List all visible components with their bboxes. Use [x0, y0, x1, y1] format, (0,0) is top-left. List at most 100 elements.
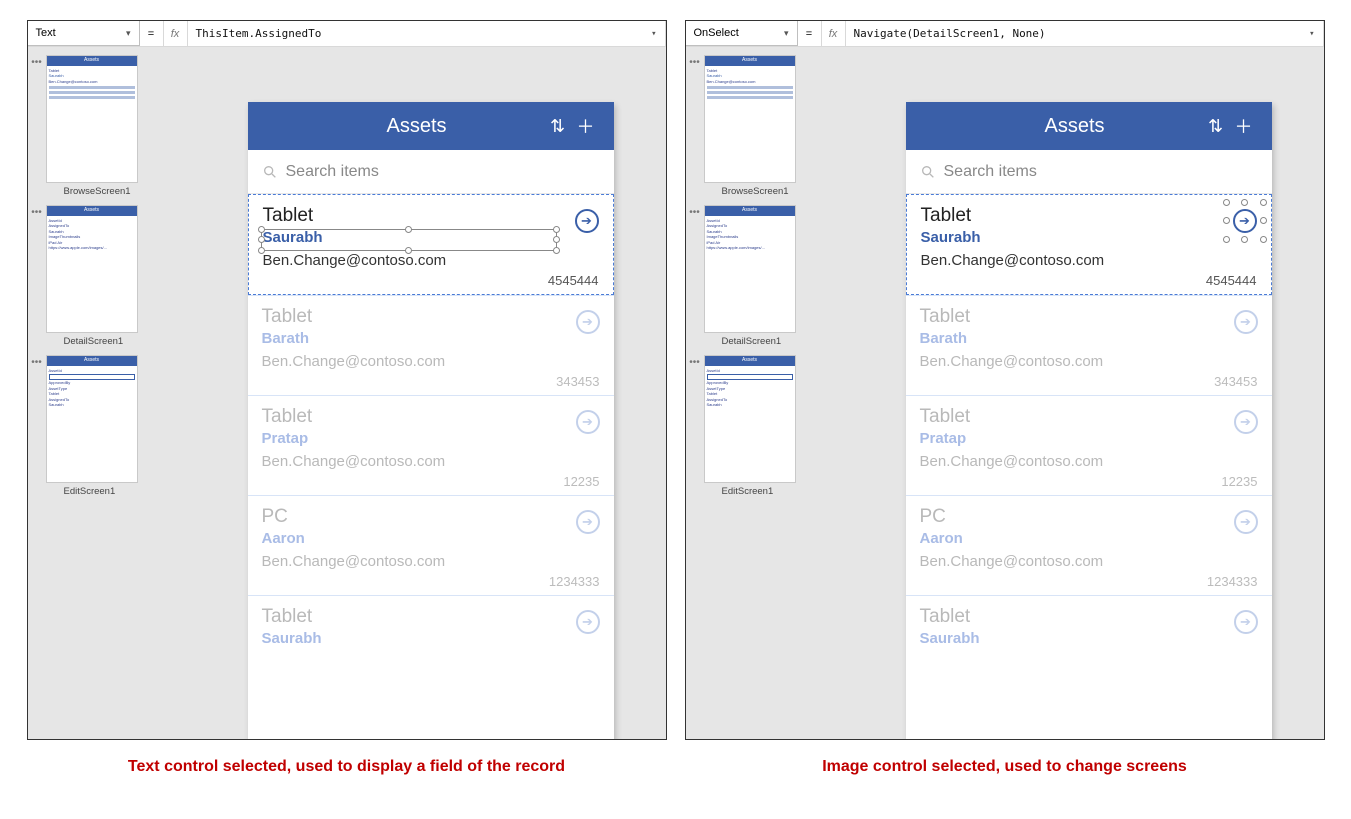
item-assignedto: Barath: [262, 330, 600, 347]
property-selector-label: OnSelect: [694, 27, 739, 39]
item-email: Ben.Change@contoso.com: [920, 353, 1258, 370]
navigate-arrow-icon[interactable]: ➔: [1234, 610, 1258, 634]
gallery: Tablet: [248, 194, 614, 740]
item-title: Tablet: [262, 406, 600, 428]
item-assignedto: Barath: [920, 330, 1258, 347]
app-title: Assets: [948, 115, 1202, 138]
app-header: Assets ⇅ ＋: [906, 102, 1272, 150]
phone-preview: Assets ⇅ ＋ Search items Tablet: [248, 102, 614, 740]
thumb-label: BrowseScreen1: [64, 186, 138, 197]
item-code: 343453: [262, 374, 600, 389]
property-selector[interactable]: OnSelect ▾: [686, 21, 798, 46]
add-icon[interactable]: ＋: [572, 113, 600, 139]
thumb-more-icon[interactable]: •••: [28, 55, 46, 68]
chevron-down-icon: ▾: [1309, 29, 1314, 39]
navigate-arrow-icon[interactable]: ➔: [1233, 209, 1257, 233]
chevron-down-icon: ▾: [651, 29, 656, 39]
thumb-more-icon[interactable]: •••: [28, 355, 46, 368]
selection-outline: [261, 229, 557, 251]
workspace: ••• Assets TabletSaurabhBen.Change@conto…: [28, 47, 666, 739]
gallery-item[interactable]: Tablet Barath Ben.Change@contoso.com 343…: [248, 295, 614, 395]
item-title: Tablet: [262, 306, 600, 328]
thumb-label: EditScreen1: [64, 486, 138, 497]
rail-dark-strip: [685, 55, 686, 183]
chevron-down-icon: ▾: [126, 28, 131, 39]
item-code: 343453: [920, 374, 1258, 389]
formula-input[interactable]: ThisItem.AssignedTo ▾: [188, 21, 666, 46]
canvas-area: Assets ⇅ ＋ Search items Tablet Saurabh: [826, 47, 1324, 739]
gallery-item[interactable]: Tablet: [248, 194, 614, 295]
search-icon: [920, 164, 936, 180]
item-title: Tablet: [262, 606, 600, 628]
sort-icon[interactable]: ⇅: [1202, 116, 1230, 137]
item-title: PC: [920, 506, 1258, 528]
screen-thumbnail[interactable]: Assets TabletSaurabhBen.Change@contoso.c…: [46, 55, 138, 183]
item-title: PC: [262, 506, 600, 528]
selection-outline: ➔: [1227, 203, 1263, 239]
screen-thumbnail-rail: ••• Assets TabletSaurabhBen.Change@conto…: [686, 47, 826, 739]
figure-wrap: Text ▾ = fx ThisItem.AssignedTo ▾ •••: [20, 20, 1331, 776]
formula-text: Navigate(DetailScreen1, None): [854, 27, 1046, 40]
navigate-arrow-icon[interactable]: ➔: [1234, 310, 1258, 334]
add-icon[interactable]: ＋: [1230, 113, 1258, 139]
navigate-arrow-icon[interactable]: ➔: [576, 510, 600, 534]
gallery-item[interactable]: Tablet Pratap Ben.Change@contoso.com 122…: [906, 395, 1272, 495]
thumb-more-icon[interactable]: •••: [686, 355, 704, 368]
thumb-more-icon[interactable]: •••: [686, 205, 704, 218]
property-selector[interactable]: Text ▾: [28, 21, 140, 46]
navigate-arrow-icon[interactable]: ➔: [576, 410, 600, 434]
left-caption: Text control selected, used to display a…: [128, 758, 565, 776]
navigate-arrow-icon[interactable]: ➔: [1234, 510, 1258, 534]
screen-thumbnail[interactable]: Assets AssetIdAssignedToSaurabhImageThum…: [46, 205, 138, 333]
thumb-header: Assets: [47, 206, 137, 216]
formula-bar: OnSelect ▾ = fx Navigate(DetailScreen1, …: [686, 21, 1324, 47]
thumb-label: DetailScreen1: [722, 336, 796, 347]
search-row[interactable]: Search items: [248, 150, 614, 194]
gallery-item[interactable]: Tablet Barath Ben.Change@contoso.com 343…: [906, 295, 1272, 395]
item-code: 12235: [920, 474, 1258, 489]
screen-thumbnail[interactable]: Assets AssetIdApprovedByAssetTypeTabletA…: [704, 355, 796, 483]
gallery-item[interactable]: PC Aaron Ben.Change@contoso.com 1234333 …: [906, 495, 1272, 595]
item-assignedto: Pratap: [920, 430, 1258, 447]
item-email: Ben.Change@contoso.com: [263, 252, 599, 269]
screen-thumbnail[interactable]: Assets AssetIdApprovedByAssetTypeTabletA…: [46, 355, 138, 483]
property-selector-label: Text: [36, 27, 56, 39]
item-title: Tablet: [920, 606, 1258, 628]
item-title: Tablet: [920, 406, 1258, 428]
thumb-header: Assets: [47, 356, 137, 366]
thumb-label: DetailScreen1: [64, 336, 138, 347]
screen-thumbnail[interactable]: Assets TabletSaurabhBen.Change@contoso.c…: [704, 55, 796, 183]
gallery-item[interactable]: Tablet Saurabh Ben.Change@contoso.com 45…: [906, 194, 1272, 295]
screen-thumbnail-rail: ••• Assets TabletSaurabhBen.Change@conto…: [28, 47, 168, 739]
item-code: 1234333: [920, 574, 1258, 589]
canvas-area: Assets ⇅ ＋ Search items Tablet: [168, 47, 666, 739]
navigate-arrow-icon[interactable]: ➔: [576, 610, 600, 634]
phone-preview: Assets ⇅ ＋ Search items Tablet Saurabh: [906, 102, 1272, 740]
gallery-item[interactable]: Tablet Pratap Ben.Change@contoso.com 122…: [248, 395, 614, 495]
sort-icon[interactable]: ⇅: [544, 116, 572, 137]
thumb-more-icon[interactable]: •••: [28, 205, 46, 218]
equals-label: =: [798, 21, 822, 46]
formula-input[interactable]: Navigate(DetailScreen1, None) ▾: [846, 21, 1324, 46]
screen-thumbnail[interactable]: Assets AssetIdAssignedToSaurabhImageThum…: [704, 205, 796, 333]
search-icon: [262, 164, 278, 180]
item-title: Tablet: [920, 306, 1258, 328]
gallery-item[interactable]: Tablet Saurabh ➔: [248, 595, 614, 653]
navigate-arrow-icon[interactable]: ➔: [1234, 410, 1258, 434]
item-title: Tablet: [263, 205, 599, 227]
gallery-item[interactable]: PC Aaron Ben.Change@contoso.com 1234333 …: [248, 495, 614, 595]
search-placeholder: Search items: [944, 163, 1037, 181]
thumb-header: Assets: [47, 56, 137, 66]
gallery-item[interactable]: Tablet Saurabh ➔: [906, 595, 1272, 653]
formula-bar: Text ▾ = fx ThisItem.AssignedTo ▾: [28, 21, 666, 47]
item-code: 12235: [262, 474, 600, 489]
search-row[interactable]: Search items: [906, 150, 1272, 194]
thumb-label: BrowseScreen1: [722, 186, 796, 197]
item-assignedto: Saurabh: [920, 630, 1258, 647]
item-assignedto: Pratap: [262, 430, 600, 447]
right-panel-block: OnSelect ▾ = fx Navigate(DetailScreen1, …: [685, 20, 1325, 776]
thumb-more-icon[interactable]: •••: [686, 55, 704, 68]
gallery: Tablet Saurabh Ben.Change@contoso.com 45…: [906, 194, 1272, 740]
navigate-arrow-icon[interactable]: ➔: [575, 209, 599, 233]
navigate-arrow-icon[interactable]: ➔: [576, 310, 600, 334]
